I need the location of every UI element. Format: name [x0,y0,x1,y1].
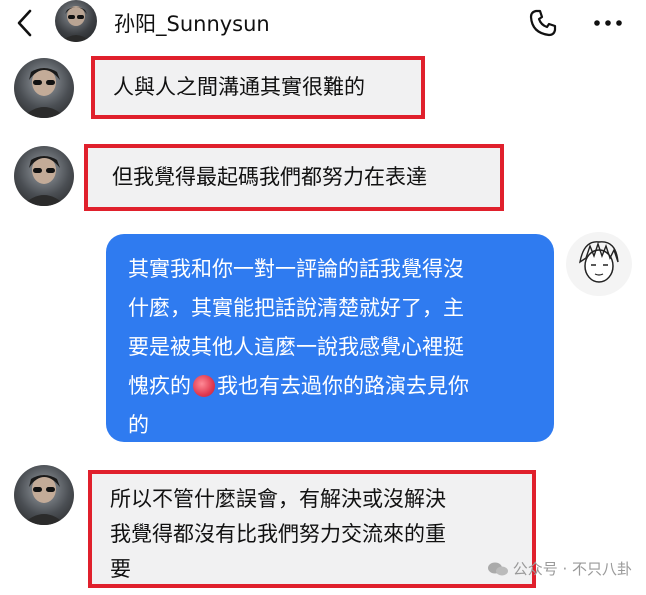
message-text: 但我覺得最起碼我們都努力在表達 [112,165,427,189]
message-bubble-incoming[interactable]: 所以不管什麼誤會，有解決或沒解決 我覺得都沒有比我們努力交流來的重 要 [88,470,536,588]
peach-emoji [193,375,215,397]
message-line: 的 [128,413,149,437]
contact-avatar[interactable] [14,146,74,206]
message-fragment: 愧疚的 [128,374,191,398]
message-bubble-incoming[interactable]: 人與人之間溝通其實很難的 [91,56,425,119]
contact-avatar[interactable] [14,465,74,525]
message-line: 愧疚的 我也有去過你的路演去見你 [128,367,534,406]
contact-avatar[interactable] [14,58,74,118]
message-text: 人與人之間溝通其實很難的 [113,75,365,99]
message-line: 要是被其他人這麼一說我感覺心裡挺 [128,335,464,359]
wechat-icon [487,562,508,576]
chevron-left-icon[interactable] [12,6,38,40]
phone-icon[interactable] [528,8,558,38]
chat-header: 孙阳_Sunnysun [0,0,646,46]
watermark-text: 公众号 · 不只八卦 [512,560,632,578]
message-line: 什麼，其實能把話說清楚就好了，主 [128,296,464,320]
contact-name[interactable]: 孙阳_Sunnysun [114,8,270,38]
message-bubble-incoming[interactable]: 但我覺得最起碼我們都努力在表達 [84,144,504,211]
more-horizontal-icon[interactable] [590,12,626,34]
message-line: 要 [110,557,131,581]
message-line: 我覺得都沒有比我們努力交流來的重 [110,522,446,546]
message-fragment: 我也有去過你的路演去見你 [217,374,469,398]
message-bubble-outgoing[interactable]: 其實我和你一對一評論的話我覺得沒 什麼，其實能把話說清楚就好了，主 要是被其他人… [106,234,554,442]
message-line: 所以不管什麼誤會，有解決或沒解決 [110,487,446,511]
message-line: 其實我和你一對一評論的話我覺得沒 [128,257,464,281]
header-avatar[interactable] [55,0,97,42]
my-avatar[interactable] [566,232,632,296]
watermark: 公众号 · 不只八卦 [487,558,632,579]
